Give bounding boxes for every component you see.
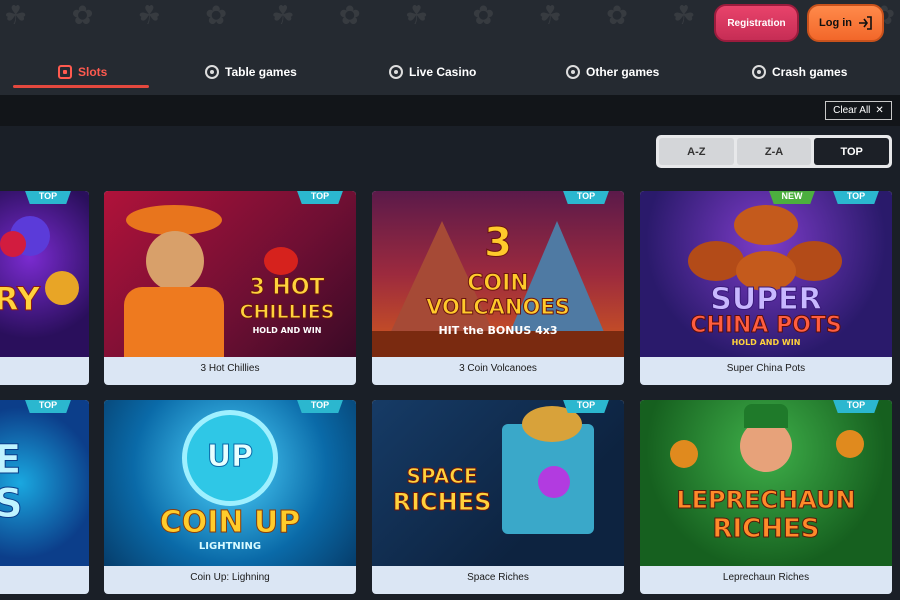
tab-table-games[interactable]: Table games bbox=[205, 60, 297, 84]
top-badge: TOP bbox=[832, 191, 880, 204]
top-badge: TOP bbox=[24, 400, 72, 413]
game-art-tagline: HOLD AND WIN bbox=[731, 338, 801, 347]
game-art-subtitle-2: VOLCANOES bbox=[426, 295, 571, 319]
game-art-subtitle: RICHES bbox=[392, 488, 492, 516]
game-thumbnail: RY bbox=[0, 191, 89, 357]
active-tab-indicator bbox=[13, 85, 149, 88]
game-art-title: SPACE bbox=[406, 464, 478, 488]
registration-label: Registration bbox=[727, 17, 786, 29]
game-name: Space Riches bbox=[467, 571, 529, 583]
game-card-leprechaun-riches[interactable]: LEPRECHAUN RICHES Leprechaun Riches TOP bbox=[640, 400, 892, 594]
game-art-title: 3 bbox=[484, 220, 513, 266]
login-button[interactable]: Log in bbox=[807, 4, 884, 42]
registration-button[interactable]: Registration bbox=[714, 4, 799, 42]
game-thumbnail: 3 COIN VOLCANOES HIT the BONUS 4x3 bbox=[372, 191, 624, 357]
top-badge: TOP bbox=[296, 400, 344, 413]
game-thumbnail: SUPER CHINA POTS HOLD AND WIN bbox=[640, 191, 892, 357]
slot-machine-icon bbox=[58, 65, 72, 79]
new-badge: NEW bbox=[768, 191, 816, 204]
game-art-subtitle: S bbox=[0, 481, 23, 527]
game-art-title: RY bbox=[0, 280, 41, 318]
clear-all-button[interactable]: Clear All ✕ bbox=[825, 101, 892, 120]
top-badge: TOP bbox=[562, 191, 610, 204]
top-badge: TOP bbox=[24, 191, 72, 204]
tab-label: Slots bbox=[78, 65, 108, 79]
game-card-3-hot-chillies[interactable]: 3 HOT CHILLIES HOLD AND WIN 3 Hot Chilli… bbox=[104, 191, 356, 385]
sort-az-button[interactable]: A-Z bbox=[659, 138, 734, 165]
sort-toggle-group: A-Z Z-A TOP bbox=[656, 135, 892, 168]
crash-games-icon bbox=[752, 65, 766, 79]
sort-za-button[interactable]: Z-A bbox=[736, 138, 812, 165]
login-arrow-icon bbox=[858, 16, 872, 30]
game-card[interactable]: E S TOP bbox=[0, 400, 89, 594]
table-games-icon bbox=[205, 65, 219, 79]
site-header: ☘ ✿ ☘ ✿ ☘ ✿ ☘ ✿ ☘ ✿ ☘ ✿ ☘ ✿ ☘ ✿ ☘ ✿ Regi… bbox=[0, 0, 900, 95]
filter-bar: Clear All ✕ bbox=[0, 95, 900, 126]
top-badge: TOP bbox=[296, 191, 344, 204]
game-card-space-riches[interactable]: SPACE RICHES Space Riches TOP bbox=[372, 400, 624, 594]
tab-label: Crash games bbox=[772, 65, 848, 79]
top-badge: TOP bbox=[832, 400, 880, 413]
sort-top-button[interactable]: TOP bbox=[814, 138, 890, 165]
game-art-subtitle: CHILLIES bbox=[239, 301, 335, 323]
game-art-subtitle: COIN UP bbox=[159, 505, 301, 540]
game-art-title: E bbox=[0, 437, 22, 483]
game-thumbnail: E S bbox=[0, 400, 89, 566]
game-art-tagline: HOLD AND WIN bbox=[252, 326, 322, 335]
game-art-subtitle: CHINA POTS bbox=[690, 313, 843, 338]
game-art-subtitle: RICHES bbox=[712, 514, 820, 544]
game-name bbox=[0, 566, 89, 588]
tab-slots[interactable]: Slots bbox=[58, 60, 107, 84]
other-games-icon bbox=[566, 65, 580, 79]
tab-label: Table games bbox=[225, 65, 297, 79]
game-thumbnail: SPACE RICHES bbox=[372, 400, 624, 566]
game-name bbox=[0, 357, 89, 379]
game-category-tabs: Slots Table games Live Casino Other game… bbox=[0, 54, 900, 94]
top-badge: TOP bbox=[562, 400, 610, 413]
game-name: 3 Coin Volcanoes bbox=[459, 362, 537, 374]
game-name: Coin Up: Lighning bbox=[190, 571, 270, 583]
game-card[interactable]: RY TOP bbox=[0, 191, 89, 385]
game-card-super-china-pots[interactable]: SUPER CHINA POTS HOLD AND WIN Super Chin… bbox=[640, 191, 892, 385]
game-thumbnail: 3 HOT CHILLIES HOLD AND WIN bbox=[104, 191, 356, 357]
close-icon: ✕ bbox=[875, 105, 884, 116]
game-name: Super China Pots bbox=[726, 362, 806, 374]
game-card-coin-up-lighning[interactable]: UP COIN UP LIGHTNING Coin Up: Lighning T… bbox=[104, 400, 356, 594]
tab-label: Live Casino bbox=[409, 65, 477, 79]
game-art-tagline: LIGHTNING bbox=[198, 541, 262, 552]
game-thumbnail: UP COIN UP LIGHTNING bbox=[104, 400, 356, 566]
game-art-title: 3 HOT bbox=[249, 275, 325, 300]
tab-crash-games[interactable]: Crash games bbox=[752, 60, 847, 84]
game-art-subtitle: COIN bbox=[467, 271, 529, 296]
tab-other-games[interactable]: Other games bbox=[566, 60, 659, 84]
game-art-tagline: HIT the BONUS 4x3 bbox=[438, 324, 558, 337]
game-name: Leprechaun Riches bbox=[722, 571, 810, 583]
clear-all-label: Clear All bbox=[833, 105, 871, 116]
game-art-title: LEPRECHAUN bbox=[676, 486, 856, 514]
tab-label: Other games bbox=[586, 65, 660, 79]
live-casino-icon bbox=[389, 65, 403, 79]
login-label: Log in bbox=[819, 17, 852, 29]
game-art-title: UP bbox=[206, 439, 254, 474]
game-name: 3 Hot Chillies bbox=[200, 362, 260, 374]
game-card-3-coin-volcanoes[interactable]: 3 COIN VOLCANOES HIT the BONUS 4x3 3 Coi… bbox=[372, 191, 624, 385]
tab-live-casino[interactable]: Live Casino bbox=[389, 60, 476, 84]
game-thumbnail: LEPRECHAUN RICHES bbox=[640, 400, 892, 566]
game-art-title: SUPER bbox=[710, 282, 823, 317]
